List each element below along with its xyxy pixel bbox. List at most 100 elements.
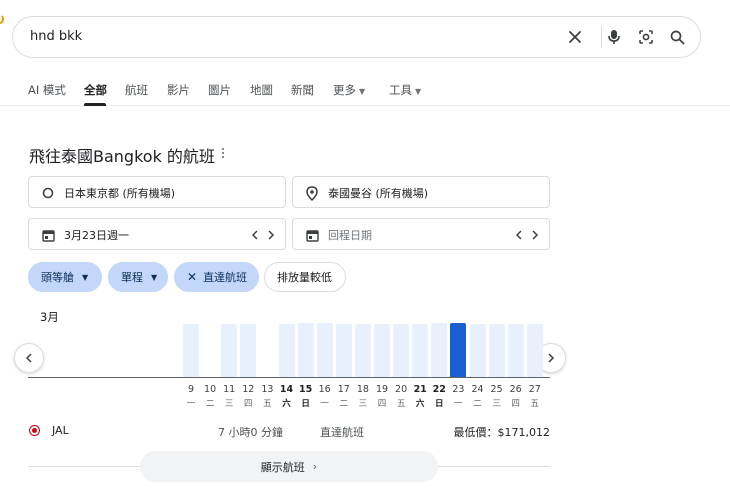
day-number-15[interactable]: 15 <box>296 384 315 395</box>
lens-icon[interactable] <box>635 26 657 48</box>
chart-prev-button[interactable] <box>14 343 44 373</box>
tab-all[interactable]: 全部 <box>84 82 107 98</box>
price-bar-27[interactable] <box>526 324 543 377</box>
price-bar-12[interactable] <box>240 324 257 377</box>
flight-duration: 7 小時0 分鐘 <box>218 426 283 439</box>
price-bar-23[interactable] <box>450 323 467 377</box>
day-number-17[interactable]: 17 <box>334 384 353 395</box>
chevron-down-icon: ▼ <box>359 87 366 96</box>
day-number-27[interactable]: 27 <box>525 384 544 395</box>
jal-logo-icon <box>30 426 39 435</box>
active-tab-indicator <box>84 103 106 106</box>
tab-videos[interactable]: 影片 <box>167 82 190 98</box>
chevron-right-icon[interactable] <box>528 227 542 243</box>
price-bar-11[interactable] <box>221 324 238 377</box>
day-weekday-15: 日 <box>301 399 310 409</box>
tab-ai-mode[interactable]: AI 模式 <box>28 82 66 98</box>
close-icon[interactable] <box>564 26 586 48</box>
day-weekday-12: 四 <box>244 399 253 409</box>
search-input[interactable]: hnd bkk <box>30 29 82 44</box>
day-weekday-14: 六 <box>282 399 291 409</box>
price-bar-24[interactable] <box>469 324 486 377</box>
price-bar-20[interactable] <box>393 324 410 377</box>
depart-date-field[interactable]: 3月23日週一 <box>28 218 286 250</box>
day-number-23[interactable]: 23 <box>449 384 468 395</box>
day-number-11[interactable]: 11 <box>220 384 239 395</box>
tab-flights[interactable]: 航班 <box>125 82 148 98</box>
origin-value: 日本東京都 (所有機場) <box>64 187 176 200</box>
origin-field[interactable]: 日本東京都 (所有機場) <box>28 176 286 208</box>
flight-stops: 直達航班 <box>320 426 364 439</box>
lower-emissions-chip[interactable]: 排放量較低 <box>264 262 346 292</box>
price-bar-25[interactable] <box>488 324 505 377</box>
day-weekday-9: 一 <box>186 399 196 409</box>
chevron-right-icon[interactable] <box>264 227 278 243</box>
day-number-9[interactable]: 9 <box>182 384 201 395</box>
nonstop-chip[interactable]: ✕ 直達航班 <box>174 262 259 292</box>
google-logo-fragment[interactable] <box>0 14 4 24</box>
day-number-25[interactable]: 25 <box>487 384 506 395</box>
tab-tools[interactable]: 工具 ▼ <box>389 82 421 98</box>
price-bar-22[interactable] <box>431 323 448 377</box>
origin-circle-icon <box>40 185 56 201</box>
day-number-21[interactable]: 21 <box>411 384 430 395</box>
price-bar-16[interactable] <box>316 323 333 377</box>
day-weekday-23: 一 <box>454 399 463 409</box>
calendar-icon <box>304 227 320 243</box>
day-number-12[interactable]: 12 <box>239 384 258 395</box>
price-bar-19[interactable] <box>374 324 390 377</box>
tab-images[interactable]: 圖片 <box>208 82 231 98</box>
cabin-class-chip[interactable]: 頭等艙 ▼ <box>28 262 102 292</box>
day-weekday-11: 三 <box>224 399 234 409</box>
chevron-left-icon[interactable] <box>248 227 262 243</box>
day-number-16[interactable]: 16 <box>315 384 334 395</box>
search-box[interactable]: hnd bkk <box>12 16 701 58</box>
return-date-field[interactable]: 回程日期 <box>292 218 550 250</box>
tab-news[interactable]: 新聞 <box>291 82 314 98</box>
day-number-22[interactable]: 22 <box>430 384 449 395</box>
day-weekday-10: 二 <box>205 399 215 409</box>
lower-emissions-label: 排放量較低 <box>277 271 332 284</box>
day-number-18[interactable]: 18 <box>353 384 372 395</box>
microphone-icon[interactable] <box>603 26 625 48</box>
price-bar-17[interactable] <box>335 324 352 377</box>
tab-more[interactable]: 更多 ▼ <box>333 82 365 98</box>
day-weekday-22: 日 <box>435 399 444 409</box>
flights-title: 飛往泰國Bangkok 的航班 <box>29 147 215 166</box>
day-number-26[interactable]: 26 <box>506 384 525 395</box>
price-bar-15[interactable] <box>297 323 314 377</box>
airline-name: JAL <box>52 424 69 437</box>
day-weekday-16: 一 <box>320 399 329 409</box>
search-divider <box>601 26 602 48</box>
more-options-icon[interactable] <box>216 146 230 160</box>
day-weekday-17: 二 <box>339 399 349 409</box>
price-bar-9[interactable] <box>183 324 199 377</box>
trip-type-chip[interactable]: 單程 ▼ <box>108 262 168 292</box>
destination-field[interactable]: 泰國曼谷 (所有機場) <box>292 176 550 208</box>
day-number-19[interactable]: 19 <box>373 384 392 395</box>
chevron-left-icon[interactable] <box>512 227 526 243</box>
month-label: 3月 <box>40 310 59 324</box>
day-number-14[interactable]: 14 <box>277 384 296 395</box>
show-flights-button[interactable]: 顯示航班 › <box>140 451 438 482</box>
day-number-20[interactable]: 20 <box>392 384 411 395</box>
price-bar-26[interactable] <box>507 324 524 377</box>
day-weekday-26: 四 <box>511 399 520 409</box>
day-weekday-13: 五 <box>263 399 272 409</box>
tab-maps[interactable]: 地圖 <box>250 82 273 98</box>
close-icon[interactable]: ✕ <box>187 270 197 284</box>
chevron-down-icon: ▼ <box>415 87 422 96</box>
price-bar-14[interactable] <box>278 324 295 377</box>
price-bar-18[interactable] <box>354 324 371 377</box>
flight-result-row[interactable]: JAL 7 小時0 分鐘 直達航班 最低價：$171,012 <box>28 420 550 442</box>
calendar-icon <box>40 227 56 243</box>
day-number-24[interactable]: 24 <box>468 384 487 395</box>
cabin-class-label: 頭等艙 <box>41 271 74 284</box>
price-bar-21[interactable] <box>412 324 429 377</box>
day-number-10[interactable]: 10 <box>201 384 220 395</box>
search-tabs: AI 模式 全部 航班 影片 圖片 地圖 新聞 更多 ▼ 工具 ▼ <box>0 76 730 106</box>
day-number-13[interactable]: 13 <box>258 384 277 395</box>
tab-more-label: 更多 <box>333 83 356 97</box>
chevron-left-icon <box>25 353 32 363</box>
search-icon[interactable] <box>666 26 688 48</box>
